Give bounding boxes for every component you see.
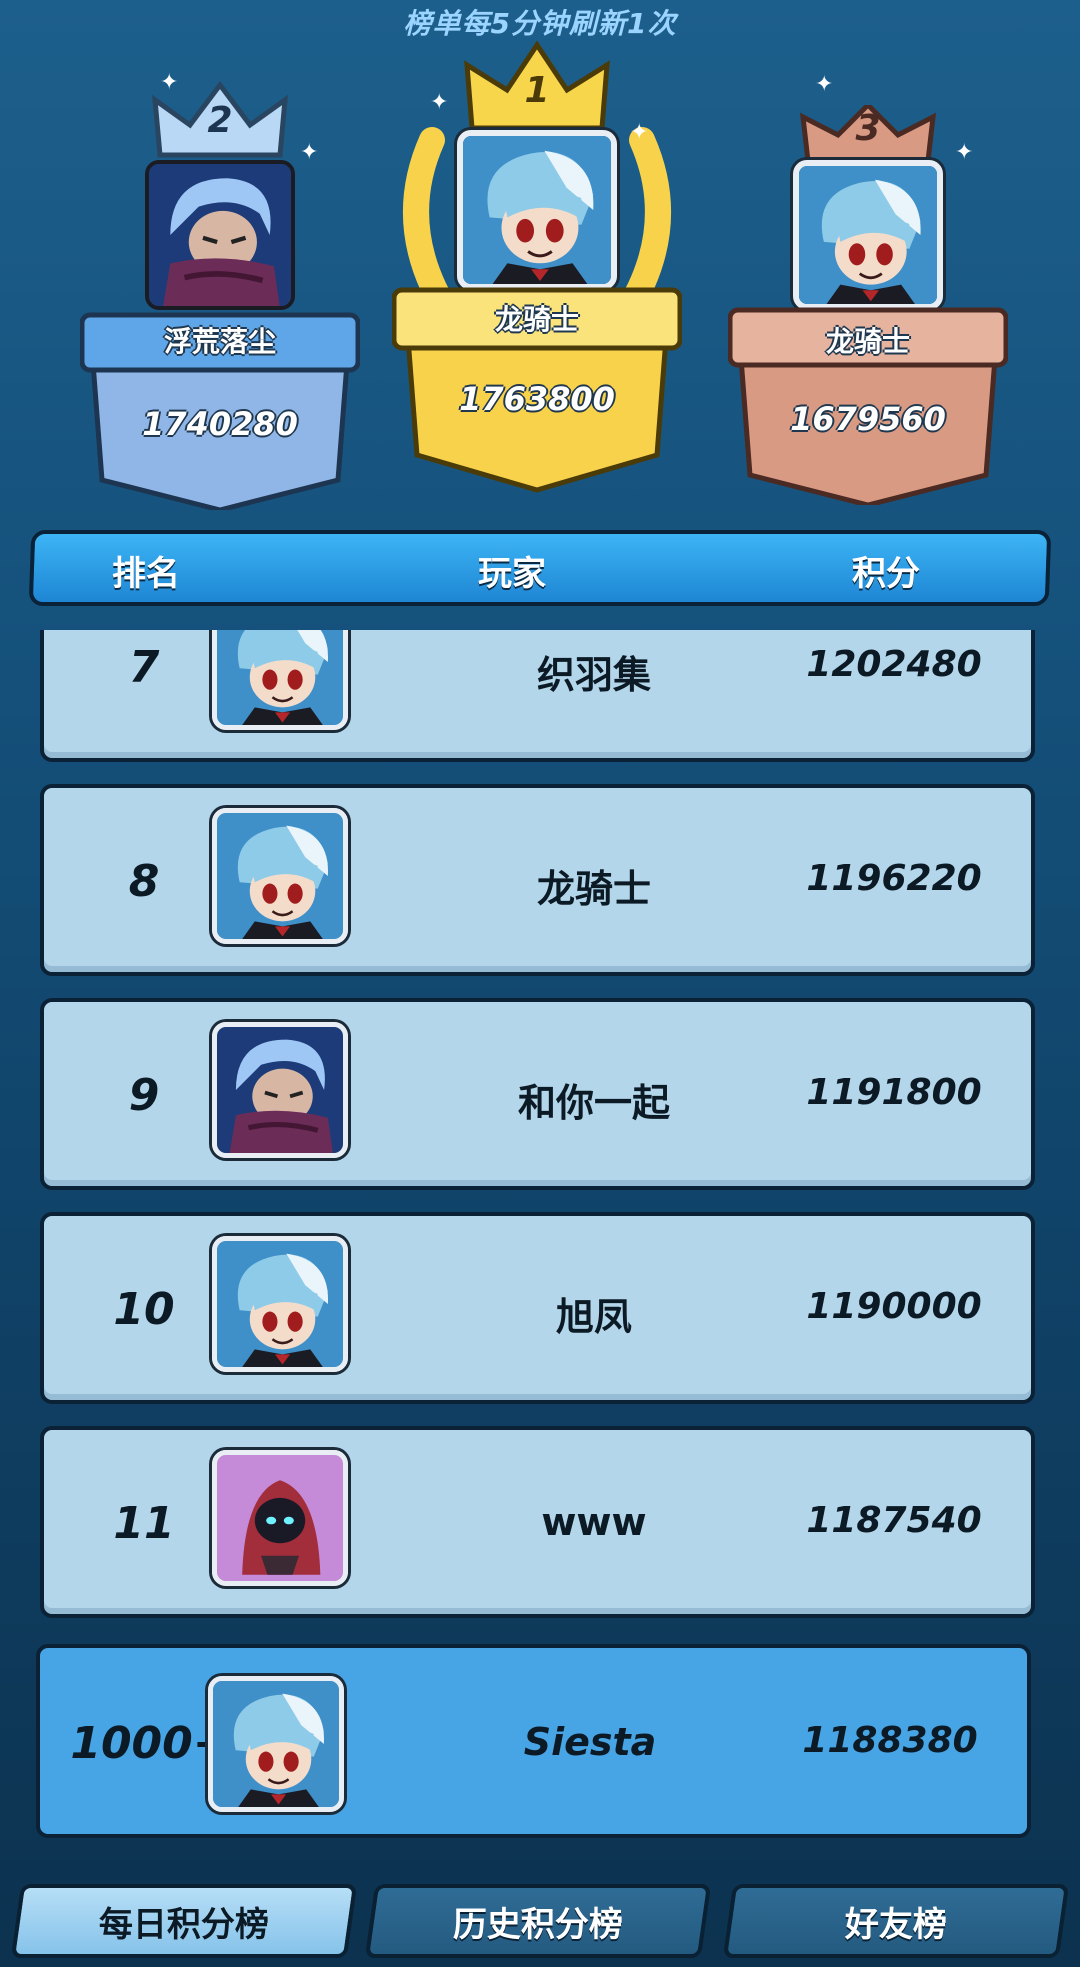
row-score: 1191800 [806, 1072, 982, 1113]
row-player-name: www [541, 1500, 647, 1544]
hero-default-icon [217, 630, 343, 725]
row-rank: 10 [113, 1284, 175, 1335]
player-avatar [793, 160, 943, 310]
row-player-name: 织羽集 [536, 653, 651, 697]
row-score: 1196220 [806, 858, 982, 899]
tab-friends-leaderboard[interactable]: 好友榜 [722, 1884, 1070, 1958]
table-row[interactable]: 11 www 1187540 [40, 1426, 1035, 1618]
row-rank: 9 [128, 1070, 160, 1121]
sparkle-icon: ✦ [630, 120, 649, 145]
tab-label: 每日积分榜 [99, 1904, 269, 1945]
table-row[interactable]: 10 旭凤 1190000 [40, 1212, 1035, 1404]
player-avatar[interactable] [212, 808, 348, 944]
my-player-name: Siesta [523, 1720, 657, 1764]
player-avatar[interactable] [212, 630, 348, 730]
sparkle-icon: ✦ [815, 72, 834, 97]
podium-score: 1740280 [142, 405, 298, 443]
my-rank-row[interactable]: 1000+ Siesta 1188380 [36, 1644, 1031, 1838]
tab-daily-leaderboard[interactable]: 每日积分榜 [10, 1884, 358, 1958]
sparkle-icon: ✦ [300, 140, 319, 165]
place-number: 2 [207, 100, 233, 141]
refresh-notice: 榜单每5分钟刷新1次 [403, 7, 677, 40]
podium-name: 龙骑士 [494, 303, 579, 336]
tab-history-leaderboard[interactable]: 历史积分榜 [364, 1884, 712, 1958]
row-score: 1190000 [806, 1286, 982, 1327]
leaderboard-list[interactable]: 7 织羽集 1202480 8 龙骑士 1196220 9 和你一起 11918… [0, 630, 1080, 1630]
sparkle-icon: ✦ [955, 140, 974, 165]
podium-score: 1763800 [459, 380, 615, 418]
player-avatar[interactable] [208, 1676, 344, 1812]
row-rank: 11 [113, 1498, 175, 1549]
player-avatar [145, 160, 295, 310]
row-rank: 8 [128, 856, 160, 907]
tab-label: 历史积分榜 [453, 1904, 623, 1945]
hero-default-icon [217, 813, 343, 939]
sparkle-icon: ✦ [430, 90, 449, 115]
table-row[interactable]: 8 龙骑士 1196220 [40, 784, 1035, 976]
hero-ninja-icon [149, 164, 291, 306]
hero-default-icon [213, 1681, 339, 1807]
row-player-name: 和你一起 [517, 1081, 670, 1125]
podium-score: 1679560 [790, 400, 946, 438]
sparkle-icon: ✦ [160, 70, 179, 95]
table-row[interactable]: 9 和你一起 1191800 [40, 998, 1035, 1190]
header-rank: 排名 [112, 554, 180, 594]
player-avatar[interactable] [212, 1236, 348, 1372]
hero-default-icon [799, 166, 937, 304]
row-score: 1187540 [806, 1500, 982, 1541]
hero-default-icon [217, 1241, 343, 1367]
hero-ninja-icon [217, 1027, 343, 1153]
table-row[interactable]: 7 织羽集 1202480 [40, 630, 1035, 762]
player-avatar[interactable] [212, 1450, 348, 1586]
player-avatar [457, 130, 617, 290]
my-score: 1188380 [802, 1720, 978, 1761]
row-player-name: 旭凤 [555, 1295, 632, 1339]
row-rank: 7 [128, 642, 160, 693]
hooded-mage-icon [217, 1455, 343, 1581]
header-score: 积分 [852, 554, 920, 594]
hero-default-icon [463, 136, 611, 284]
podium-name: 龙骑士 [825, 325, 910, 358]
row-score: 1202480 [806, 644, 982, 685]
podium-second[interactable]: 2 浮荒落尘 1740280 [80, 70, 360, 520]
podium-name: 浮荒落尘 [163, 325, 276, 358]
player-avatar[interactable] [212, 1022, 348, 1158]
header-player: 玩家 [478, 554, 546, 594]
row-player-name: 龙骑士 [536, 867, 651, 911]
tab-label: 好友榜 [845, 1904, 947, 1945]
